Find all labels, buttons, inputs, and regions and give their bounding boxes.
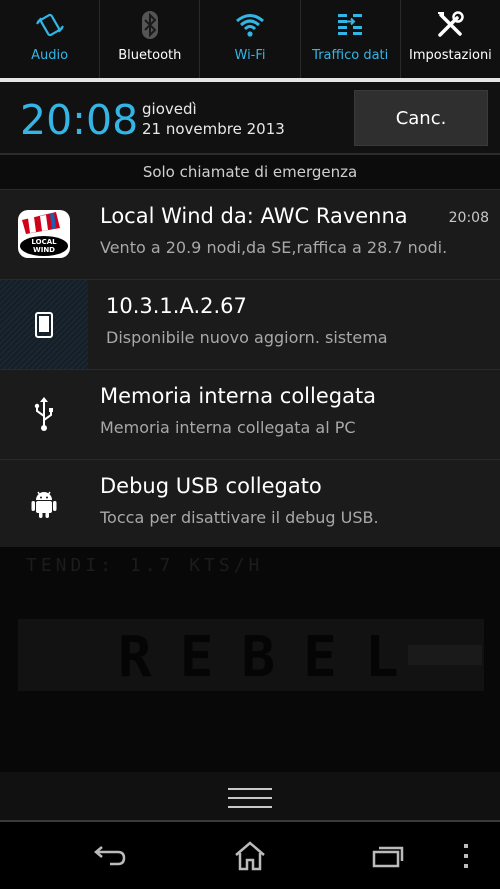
notification-header: 20:08 giovedì 21 novembre 2013 Canc. <box>0 82 500 155</box>
notification-text: Tocca per disattivare il debug USB. <box>100 508 379 527</box>
notification-text: Vento a 20.9 nodi,da SE,raffica a 28.7 n… <box>100 238 448 257</box>
notification-title: Debug USB collegato <box>100 474 322 498</box>
back-icon <box>94 846 126 866</box>
quick-settings-bar: Audio Bluetooth Wi-Fi Traffico dati Impo… <box>0 0 500 78</box>
clear-notifications-button[interactable]: Canc. <box>354 90 488 146</box>
notification-internal-storage[interactable]: Memoria interna collegata Memoria intern… <box>0 369 500 459</box>
recent-apps-icon <box>372 846 404 868</box>
local-wind-logo-text: WIND <box>33 246 55 254</box>
notification-drawer-handle[interactable] <box>0 772 500 822</box>
notification-local-wind[interactable]: LOCAL WIND Local Wind da: AWC Ravenna 20… <box>0 189 500 279</box>
wifi-icon <box>234 10 266 40</box>
background-banner-text: REBEL <box>118 625 427 690</box>
notification-title: Local Wind da: AWC Ravenna <box>100 204 408 228</box>
clock-day: giovedì <box>142 100 197 118</box>
quick-setting-settings[interactable]: Impostazioni <box>401 0 500 78</box>
bluetooth-icon <box>134 10 166 40</box>
quick-setting-audio[interactable]: Audio <box>0 0 101 78</box>
quick-setting-label: Audio <box>31 48 69 63</box>
background-wind-readout: TENDI: 1.7 KTS/H <box>26 555 264 576</box>
quick-setting-label: Traffico dati <box>312 48 389 63</box>
local-wind-app-icon: LOCAL WIND <box>0 190 88 278</box>
notification-usb-debug[interactable]: Debug USB collegato Tocca per disattivar… <box>0 459 500 547</box>
recent-apps-button[interactable] <box>358 834 418 878</box>
phone-update-icon <box>0 280 88 369</box>
home-icon <box>235 841 265 871</box>
back-button[interactable] <box>80 834 140 878</box>
notification-title: Memoria interna collegata <box>100 384 377 408</box>
notification-text: Disponibile nuovo aggiorn. sistema <box>106 328 388 347</box>
notification-time: 20:08 <box>448 210 489 226</box>
drag-handle-icon <box>228 788 272 808</box>
quick-setting-data-traffic[interactable]: Traffico dati <box>301 0 401 78</box>
notification-text: Memoria interna collegata al PC <box>100 418 356 437</box>
quick-setting-label: Bluetooth <box>118 48 182 63</box>
notification-system-update[interactable]: 10.3.1.A.2.67 Disponibile nuovo aggiorn.… <box>0 279 500 369</box>
vibrate-icon <box>34 10 66 40</box>
local-wind-logo-text: LOCAL <box>31 238 57 246</box>
notification-title: 10.3.1.A.2.67 <box>106 294 247 318</box>
emergency-calls-status: Solo chiamate di emergenza <box>0 155 500 189</box>
clock-date: 21 novembre 2013 <box>142 120 285 138</box>
menu-icon <box>464 844 468 868</box>
quick-setting-label: Impostazioni <box>409 48 492 63</box>
background-app-content: TENDI: 1.7 KTS/H REBEL <box>0 547 500 772</box>
quick-setting-wifi[interactable]: Wi-Fi <box>200 0 301 78</box>
clock-time: 20:08 <box>20 96 139 144</box>
home-button[interactable] <box>220 834 280 878</box>
settings-tools-icon <box>434 10 466 40</box>
quick-setting-bluetooth[interactable]: Bluetooth <box>100 0 201 78</box>
data-traffic-icon <box>334 10 366 40</box>
navigation-bar <box>0 822 500 889</box>
android-icon <box>0 460 88 548</box>
menu-button[interactable] <box>446 834 486 878</box>
usb-icon <box>0 370 88 458</box>
quick-setting-label: Wi-Fi <box>234 48 266 63</box>
background-banner-button <box>408 645 482 665</box>
